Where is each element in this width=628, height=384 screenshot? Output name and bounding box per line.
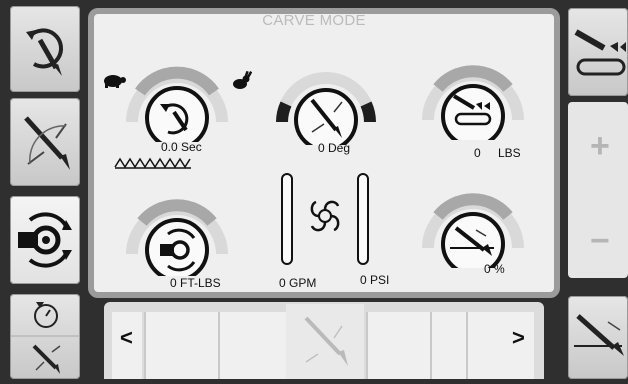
torque-value: 0 FT-LBS <box>170 276 221 290</box>
tool-slot-2[interactable] <box>218 312 286 379</box>
turtle-icon <box>99 72 127 88</box>
hydraulic-pump-icon <box>302 196 348 236</box>
carve-angle-button[interactable] <box>10 98 80 186</box>
tool-slot-active[interactable] <box>286 304 364 379</box>
flow-bar <box>280 172 294 266</box>
carve-angle-faded-icon <box>304 316 348 366</box>
timer-carve-button[interactable] <box>10 294 80 379</box>
tool-slot-5[interactable] <box>430 312 466 379</box>
aggression-zigzag-icon <box>114 155 192 169</box>
tool-slot-6[interactable] <box>466 312 504 379</box>
flow-value: 0 GPM <box>279 276 317 290</box>
next-button[interactable]: > <box>512 325 525 351</box>
prev-button[interactable]: < <box>120 325 133 351</box>
carve-time-value: 0.0 Sec <box>161 140 202 154</box>
timer-carve-icon <box>10 302 80 374</box>
blade-angle-button[interactable] <box>568 296 628 379</box>
carve-angle-value: 0 Deg <box>318 141 351 155</box>
pressure-bar <box>356 172 370 266</box>
decrement-button[interactable]: − <box>590 222 610 261</box>
tool-slot-1[interactable] <box>144 312 218 379</box>
torque-gauge[interactable] <box>122 186 232 282</box>
carve-angle-icon <box>24 116 70 170</box>
carve-angle-gauge[interactable] <box>272 50 380 152</box>
pressure-value: 0 PSI <box>360 273 390 287</box>
torque-button[interactable] <box>10 196 80 284</box>
percent-gauge[interactable] <box>418 178 528 276</box>
carve-time-gauge[interactable] <box>122 52 232 150</box>
increment-button[interactable]: + <box>590 127 610 166</box>
tool-slot-4[interactable] <box>366 312 430 379</box>
blade-angle-icon <box>574 314 624 356</box>
weight-gauge[interactable] <box>418 52 528 148</box>
percent-value: 0 % <box>484 262 505 276</box>
torque-rotate-icon <box>18 212 72 268</box>
rabbit-icon <box>228 70 253 92</box>
panel-title: CARVE MODE <box>262 12 366 29</box>
weight-unit: LBS <box>498 146 521 160</box>
weight-value: 0 <box>474 146 481 160</box>
